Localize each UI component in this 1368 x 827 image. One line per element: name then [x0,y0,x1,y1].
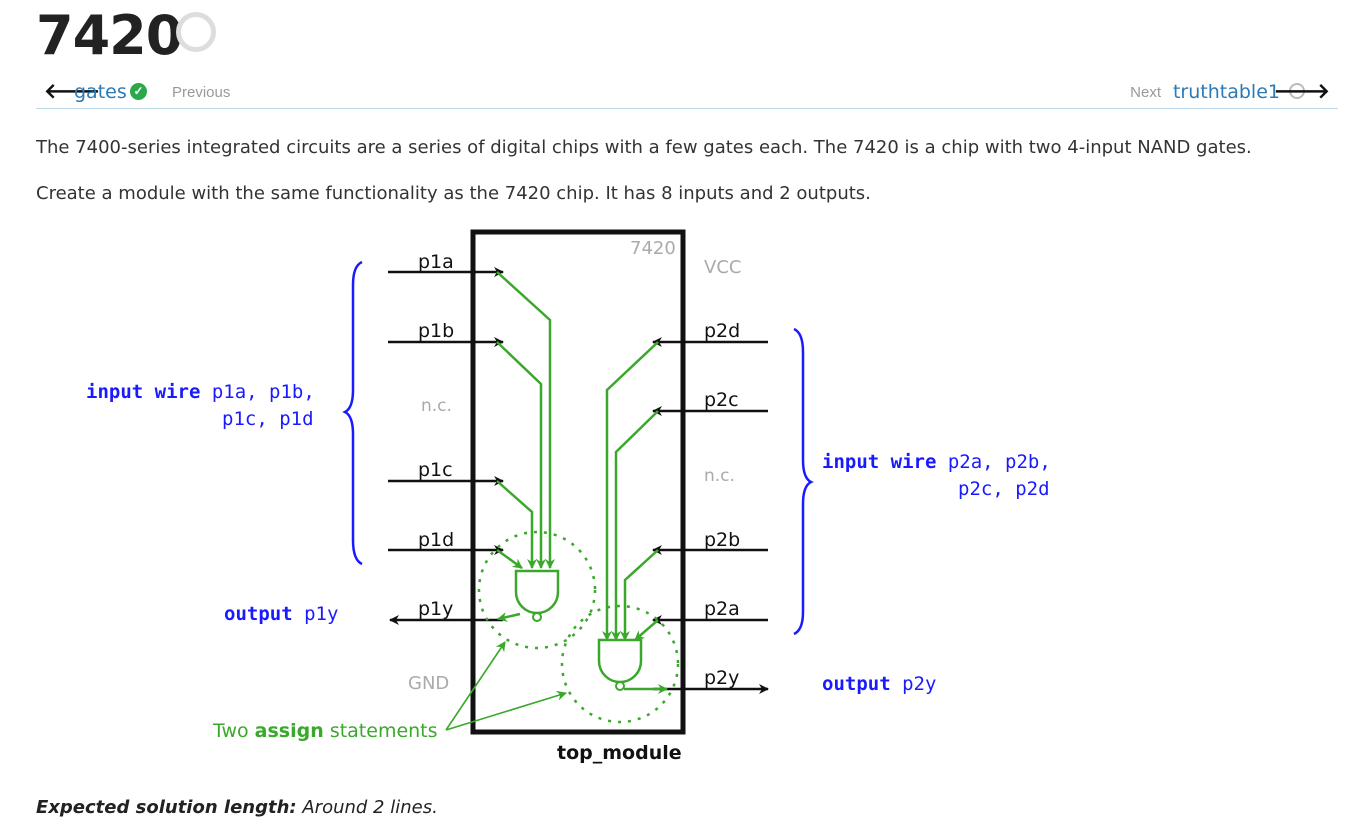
nand-bubble-2 [615,681,625,691]
pin-p1c: p1c [418,459,453,481]
right-input-brace [793,327,814,636]
gate1-wires [496,271,555,622]
left-input-brace [342,260,363,566]
right-input-decl-line2: p2c, p2d [958,478,1050,500]
assign-annotation-arrows [445,641,567,731]
pin-nc-right: n.c. [704,466,735,486]
gate2-wires [602,341,668,694]
pin-p1d: p1d [418,529,454,551]
pin-gnd: GND [408,673,449,694]
left-input-decl-line2: p1c, p1d [222,408,314,430]
nand-bubble-1 [532,612,542,622]
pin-p2b: p2b [704,529,740,551]
pin-p1y: p1y [418,598,453,620]
pin-p2y: p2y [704,667,739,689]
right-output-decl: output p2y [822,673,936,695]
assign-note: Two assign statements [212,720,438,742]
pin-nc-left: n.c. [421,396,452,416]
expected-label: Expected solution length: [36,797,297,818]
right-input-decl-line1: input wire p2a, p2b, [822,451,1051,473]
pin-p2c: p2c [704,389,739,411]
pin-p1b: p1b [418,320,454,342]
pin-p2d: p2d [704,320,740,342]
pin-p2a: p2a [704,598,740,620]
chip-label: 7420 [630,238,676,259]
expected-solution-length: Expected solution length: Around 2 lines… [36,797,438,818]
pin-p1a: p1a [418,251,454,273]
expected-value: Around 2 lines. [302,797,438,818]
chip-outline [470,229,686,735]
nand-gate-1 [514,569,560,615]
left-output-decl: output p1y [224,603,338,625]
module-name-label: top_module [557,742,682,764]
chip-diagram: 7420 top_module p1a p1b n.c. p1c p1d p1y… [86,229,1051,764]
pin-vcc: VCC [704,257,741,278]
left-input-decl-line1: input wire p1a, p1b, [86,381,315,403]
nand-gate-2 [597,638,643,684]
